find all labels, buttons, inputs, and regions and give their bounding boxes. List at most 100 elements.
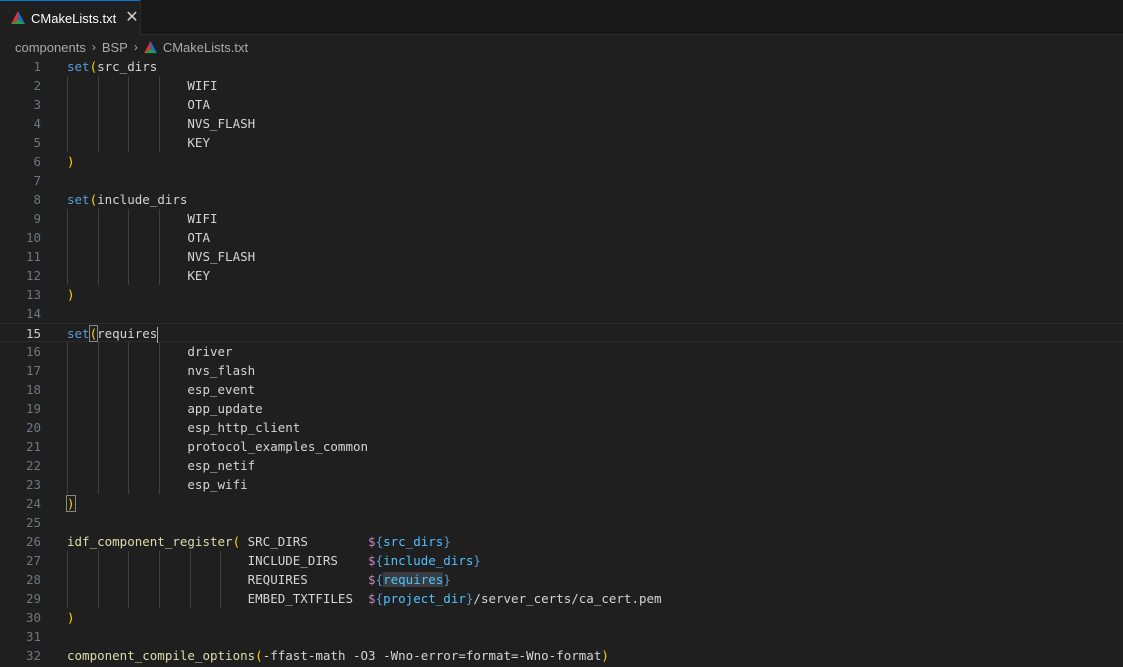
cmake-file-icon xyxy=(11,11,25,24)
code-line[interactable]: 14 xyxy=(0,304,1123,323)
line-number: 31 xyxy=(25,629,41,644)
chevron-right-icon: › xyxy=(133,40,138,54)
code-line[interactable]: 18 esp_event xyxy=(0,380,1123,399)
line-number: 9 xyxy=(33,211,41,226)
tab-bar: CMakeLists.txt ✕ xyxy=(0,0,1123,35)
code-line[interactable]: 30) xyxy=(0,608,1123,627)
code-line[interactable]: 28 REQUIRES ${requires} xyxy=(0,570,1123,589)
code-text: WIFI xyxy=(67,211,218,226)
code-line[interactable]: 22 esp_netif xyxy=(0,456,1123,475)
code-line[interactable]: 15 set(requires xyxy=(0,323,1123,343)
breadcrumb-file[interactable]: CMakeLists.txt xyxy=(163,40,248,55)
breadcrumb-bsp[interactable]: BSP xyxy=(102,40,128,55)
line-number: 26 xyxy=(25,534,41,549)
code-text: INCLUDE_DIRS ${include_dirs} xyxy=(67,553,481,568)
code-text: OTA xyxy=(67,230,210,245)
code-text: KEY xyxy=(67,268,210,283)
code-text: ) xyxy=(67,610,75,625)
code-line[interactable]: 1 set(src_dirs xyxy=(0,57,1123,76)
code-line[interactable]: 12 KEY xyxy=(0,266,1123,285)
code-line[interactable]: 2 WIFI xyxy=(0,76,1123,95)
code-text: OTA xyxy=(67,97,210,112)
tab-cmakelists[interactable]: CMakeLists.txt ✕ xyxy=(0,0,141,35)
code-line[interactable]: 16 driver xyxy=(0,342,1123,361)
code-text: EMBED_TXTFILES ${project_dir}/server_cer… xyxy=(67,591,662,606)
line-number: 25 xyxy=(25,515,41,530)
code-text: KEY xyxy=(67,135,210,150)
code-text: component_compile_options(-ffast-math -O… xyxy=(67,648,609,663)
code-line[interactable]: 8 set(include_dirs xyxy=(0,190,1123,209)
code-line[interactable]: 20 esp_http_client xyxy=(0,418,1123,437)
line-number: 12 xyxy=(25,268,41,283)
line-number: 17 xyxy=(25,363,41,378)
tab-label: CMakeLists.txt xyxy=(31,10,117,26)
code-line[interactable]: 5 KEY xyxy=(0,133,1123,152)
line-number: 30 xyxy=(25,610,41,625)
text-cursor xyxy=(157,326,159,343)
line-number: 7 xyxy=(33,173,41,188)
code-line[interactable]: 6) xyxy=(0,152,1123,171)
line-number: 10 xyxy=(25,230,41,245)
code-text: REQUIRES ${requires} xyxy=(67,572,451,587)
code-text: ) xyxy=(67,287,75,302)
code-text: esp_event xyxy=(67,382,256,397)
code-line[interactable]: 29 EMBED_TXTFILES ${project_dir}/server_… xyxy=(0,589,1123,608)
line-number: 6 xyxy=(33,154,41,169)
code-line[interactable]: 7 xyxy=(0,171,1123,190)
code-line[interactable]: 32 component_compile_options(-ffast-math … xyxy=(0,646,1123,665)
line-number: 8 xyxy=(33,192,41,207)
line-number: 2 xyxy=(33,78,41,93)
line-number: 16 xyxy=(25,344,41,359)
code-line[interactable]: 10 OTA xyxy=(0,228,1123,247)
code-line[interactable]: 25 xyxy=(0,513,1123,532)
code-line[interactable]: 21 protocol_examples_common xyxy=(0,437,1123,456)
line-number: 29 xyxy=(25,591,41,606)
code-text: idf_component_register( SRC_DIRS ${src_d… xyxy=(67,534,451,549)
code-text: set(src_dirs xyxy=(67,59,158,74)
close-icon[interactable]: ✕ xyxy=(125,10,138,26)
code-text: nvs_flash xyxy=(67,363,256,378)
line-number: 4 xyxy=(33,116,41,131)
code-line[interactable]: 3 OTA xyxy=(0,95,1123,114)
line-number: 20 xyxy=(25,420,41,435)
code-text: WIFI xyxy=(67,78,218,93)
code-line[interactable]: 27 INCLUDE_DIRS ${include_dirs} xyxy=(0,551,1123,570)
code-line[interactable]: 9 WIFI xyxy=(0,209,1123,228)
code-line[interactable]: 11 NVS_FLASH xyxy=(0,247,1123,266)
line-number: 21 xyxy=(25,439,41,454)
line-number: 22 xyxy=(25,458,41,473)
code-line[interactable]: 17 nvs_flash xyxy=(0,361,1123,380)
code-text: driver xyxy=(67,344,233,359)
code-line[interactable]: 31 xyxy=(0,627,1123,646)
line-number: 23 xyxy=(25,477,41,492)
breadcrumb: components › BSP › CMakeLists.txt xyxy=(15,38,248,56)
line-number: 5 xyxy=(33,135,41,150)
code-text: esp_wifi xyxy=(67,477,248,492)
code-editor[interactable]: 1 set(src_dirs 2 WIFI 3 OTA 4 NVS_FLASH 5 KEY… xyxy=(0,57,1123,667)
code-text: NVS_FLASH xyxy=(67,249,256,264)
code-text: set(requires xyxy=(67,325,159,343)
code-text: ) xyxy=(67,154,75,169)
cmake-file-icon xyxy=(143,40,157,53)
breadcrumb-components[interactable]: components xyxy=(15,40,86,55)
line-number: 13 xyxy=(25,287,41,302)
code-text: protocol_examples_common xyxy=(67,439,369,454)
code-text: NVS_FLASH xyxy=(67,116,256,131)
code-text: app_update xyxy=(67,401,263,416)
code-text: set(include_dirs xyxy=(67,192,188,207)
code-line[interactable]: 24) xyxy=(0,494,1123,513)
line-number: 27 xyxy=(25,553,41,568)
code-text: ) xyxy=(66,495,76,512)
code-line[interactable]: 23 esp_wifi xyxy=(0,475,1123,494)
chevron-right-icon: › xyxy=(91,40,96,54)
code-line[interactable]: 26 idf_component_register( SRC_DIRS ${src… xyxy=(0,532,1123,551)
code-line[interactable]: 4 NVS_FLASH xyxy=(0,114,1123,133)
code-line[interactable]: 19 app_update xyxy=(0,399,1123,418)
line-number: 19 xyxy=(25,401,41,416)
line-number: 14 xyxy=(25,306,41,321)
line-number: 11 xyxy=(25,249,41,264)
code-line[interactable]: 13) xyxy=(0,285,1123,304)
line-number: 32 xyxy=(25,648,41,663)
line-number: 28 xyxy=(25,572,41,587)
code-text: esp_netif xyxy=(67,458,256,473)
